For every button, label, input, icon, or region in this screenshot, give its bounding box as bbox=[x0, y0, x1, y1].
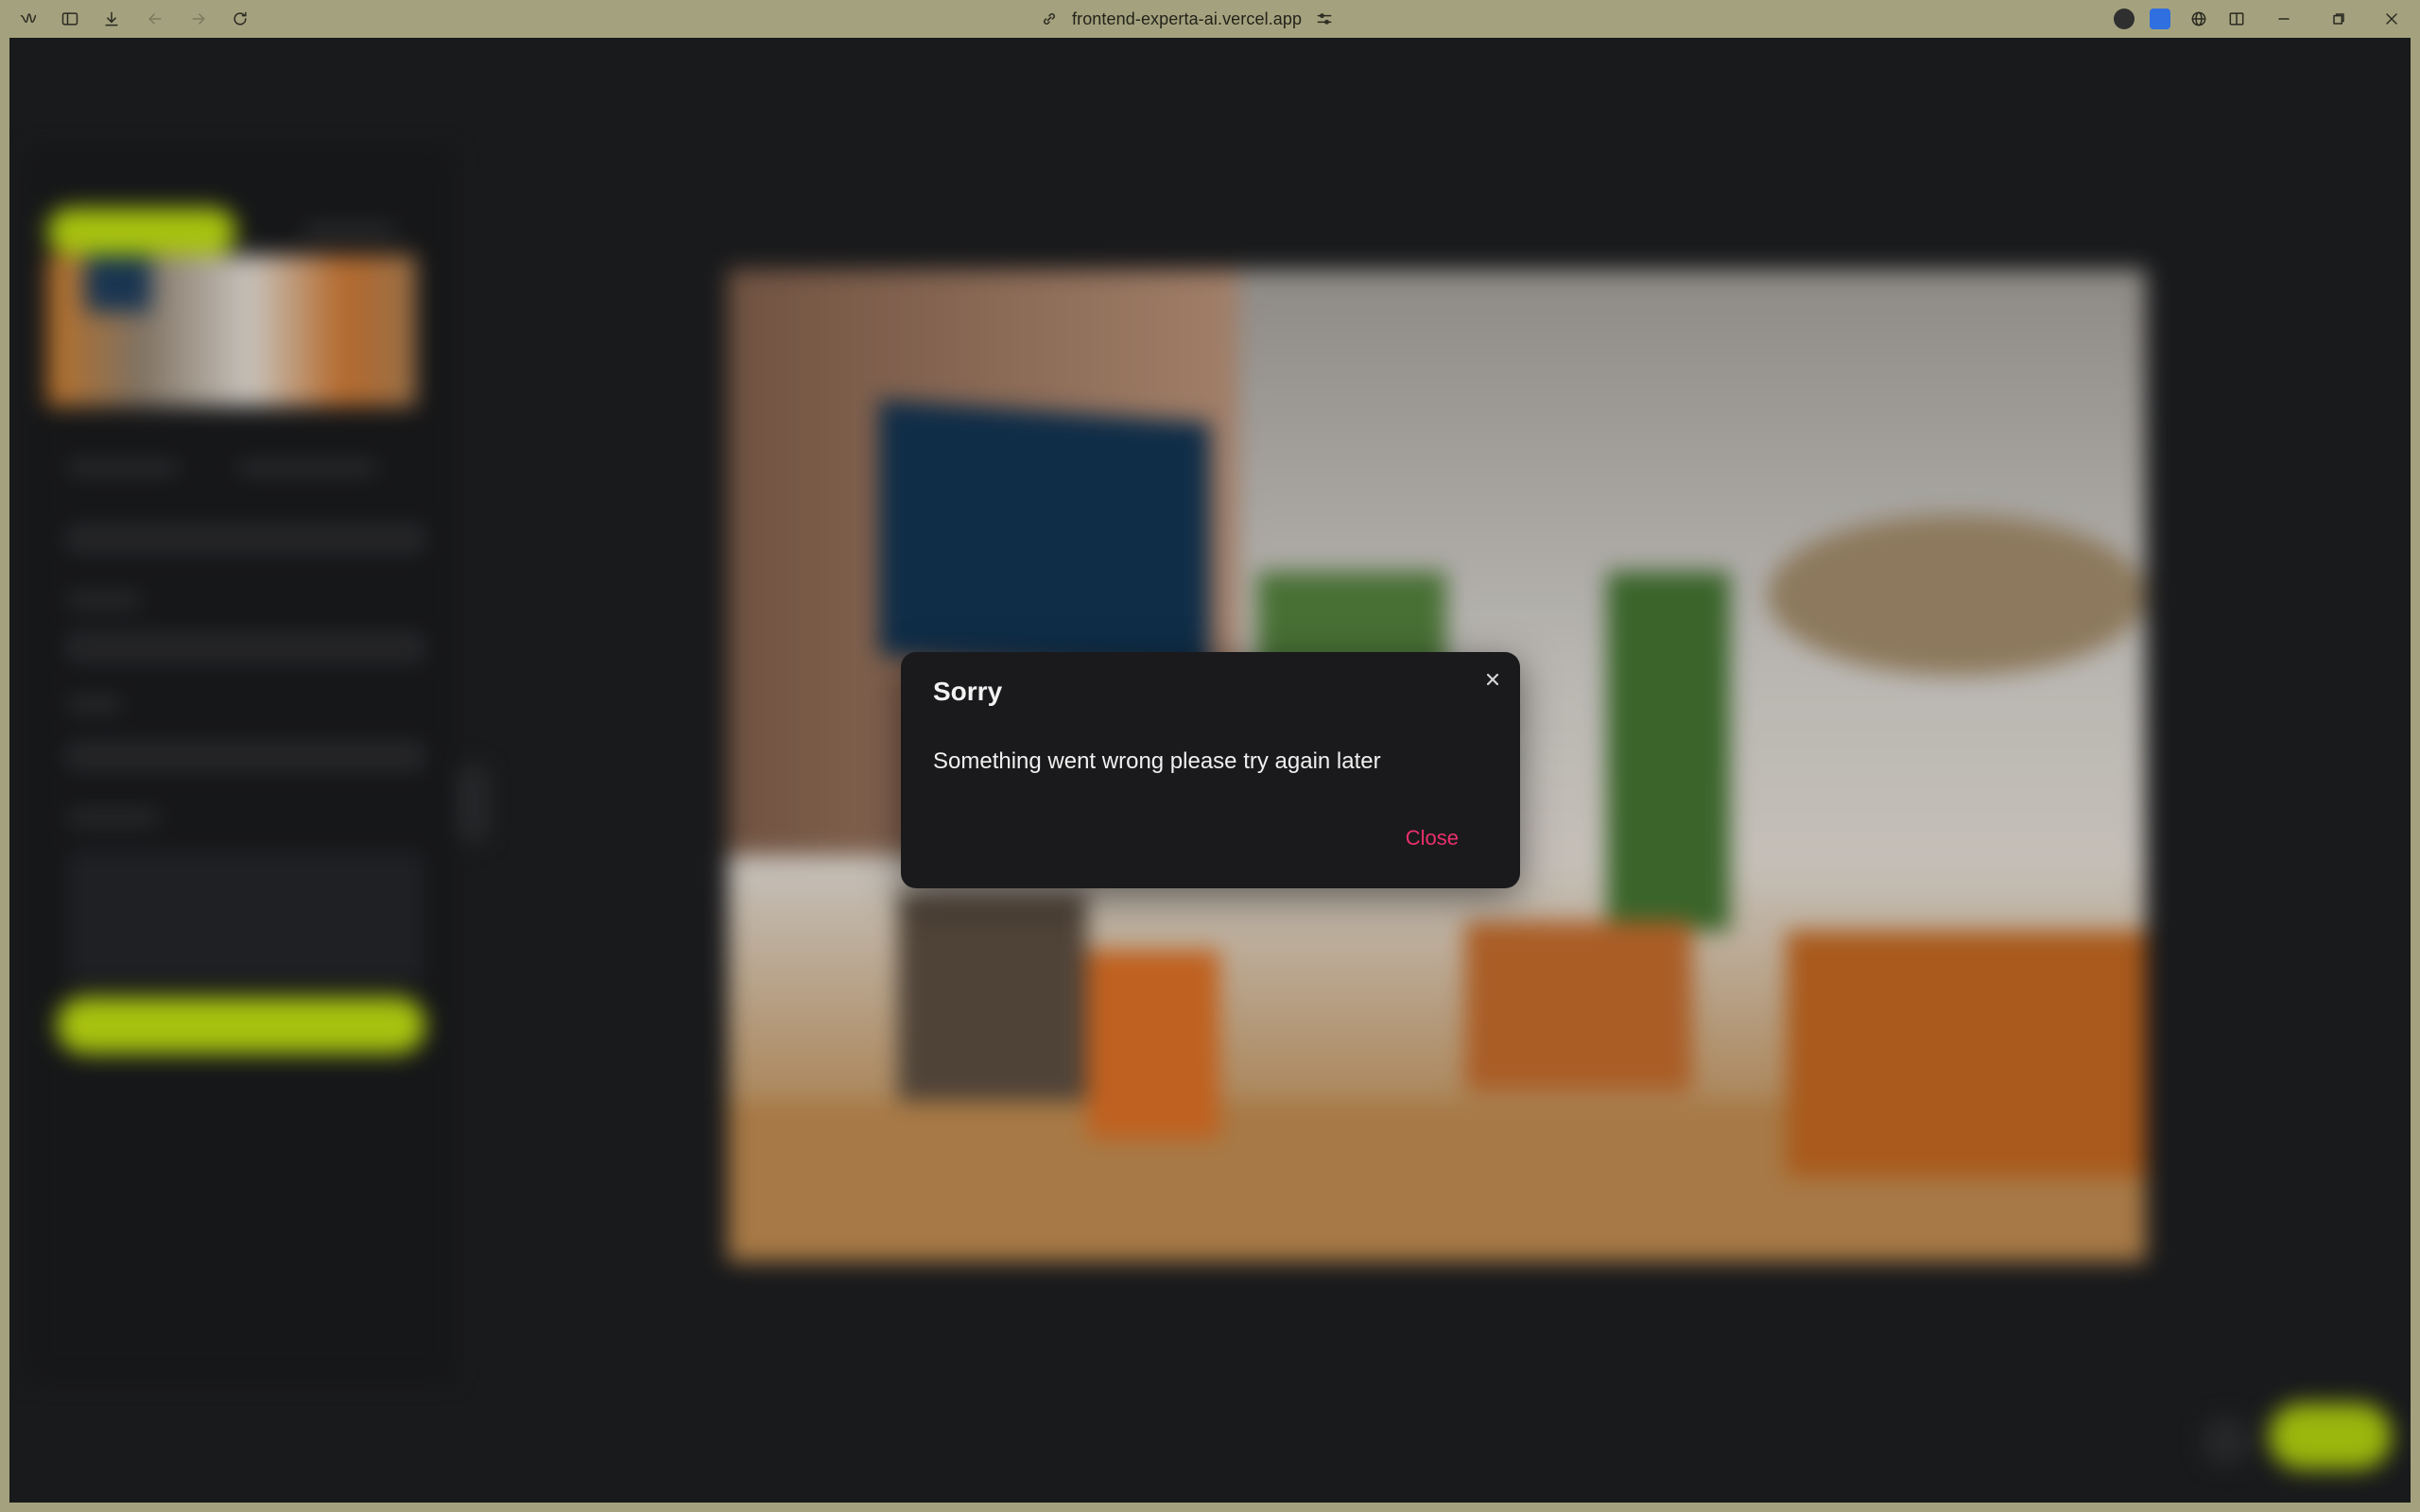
dialog-message: Something went wrong please try again la… bbox=[933, 748, 1381, 774]
download-icon[interactable] bbox=[98, 6, 125, 32]
browser-logo-icon[interactable] bbox=[15, 6, 42, 32]
error-dialog: Sorry Something went wrong please try ag… bbox=[901, 652, 1520, 888]
dialog-title: Sorry bbox=[933, 677, 1003, 706]
split-view-icon[interactable] bbox=[2223, 6, 2250, 32]
minimize-icon[interactable] bbox=[2271, 6, 2297, 32]
globe-icon[interactable] bbox=[2186, 6, 2212, 32]
forward-arrow-icon[interactable] bbox=[185, 6, 212, 32]
browser-toolbar: frontend-experta-ai.vercel.app bbox=[0, 0, 2420, 38]
link-icon bbox=[1040, 9, 1059, 28]
reload-icon[interactable] bbox=[227, 6, 253, 32]
dialog-close-icon[interactable] bbox=[1480, 667, 1505, 692]
back-arrow-icon[interactable] bbox=[142, 6, 168, 32]
dialog-close-button[interactable]: Close bbox=[1406, 826, 1459, 850]
extension-avatar-icon[interactable] bbox=[2114, 9, 2135, 29]
address-bar[interactable]: frontend-experta-ai.vercel.app bbox=[1040, 6, 1334, 32]
url-text[interactable]: frontend-experta-ai.vercel.app bbox=[1072, 9, 1302, 29]
sidebar-toggle-icon[interactable] bbox=[57, 6, 83, 32]
site-settings-icon[interactable] bbox=[1315, 9, 1334, 28]
extension-translate-icon[interactable] bbox=[2150, 9, 2170, 29]
restore-icon[interactable] bbox=[2325, 6, 2352, 32]
close-window-icon[interactable] bbox=[2378, 6, 2405, 32]
